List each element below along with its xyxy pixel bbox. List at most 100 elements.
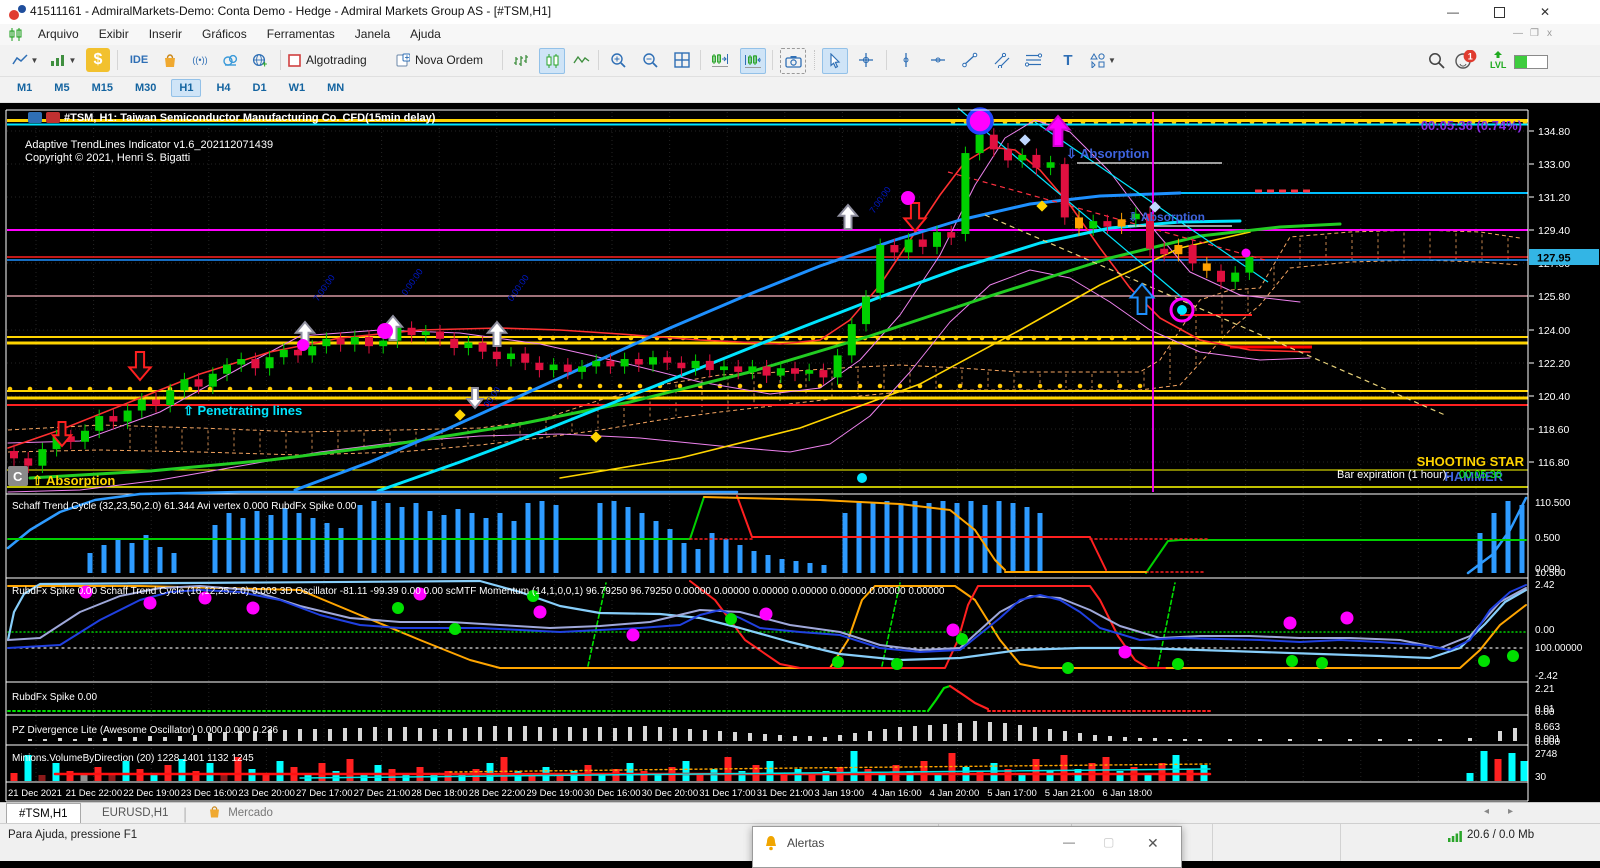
menu-gráficos[interactable]: Gráficos xyxy=(192,24,257,44)
time-axis-label: 30 Dec 16:00 xyxy=(584,788,641,799)
menu-ajuda[interactable]: Ajuda xyxy=(400,24,451,44)
timeframe-m1[interactable]: M1 xyxy=(10,80,39,96)
volume-bar xyxy=(851,751,858,781)
app-chart-icon xyxy=(8,27,24,42)
panel-axis-value: 0.00 xyxy=(1535,707,1555,718)
oscillator-dot xyxy=(1172,658,1184,670)
alerts-close-icon[interactable]: ✕ xyxy=(1147,835,1159,852)
oscillator-dot xyxy=(760,608,773,621)
shapes-tool-dropdown[interactable]: ▼ xyxy=(1086,48,1120,72)
algotrading-button[interactable]: Algotrading xyxy=(288,48,390,72)
candle xyxy=(479,342,487,351)
alerts-minimize-icon[interactable]: — xyxy=(1063,835,1075,849)
candle xyxy=(635,359,643,365)
cursor-icon[interactable] xyxy=(822,48,848,74)
divergence-bar xyxy=(808,736,812,741)
crosshair-icon[interactable] xyxy=(854,48,878,72)
vertical-line-tool-icon[interactable] xyxy=(894,48,918,72)
tab-scroll-right-icon[interactable]: ▸ xyxy=(1508,806,1513,817)
divergence-bar xyxy=(463,728,467,741)
timeframe-mn[interactable]: MN xyxy=(320,80,351,96)
divergence-bar xyxy=(898,727,902,741)
chart-type-dropdown[interactable]: ▼ xyxy=(8,48,42,72)
timeframe-h4[interactable]: H4 xyxy=(209,80,237,96)
child-close-icon[interactable]: x xyxy=(1547,28,1552,39)
menu-arquivo[interactable]: Arquivo xyxy=(28,24,89,44)
price-tick: 129.40 xyxy=(1538,225,1570,237)
algotrading-icon xyxy=(288,54,301,67)
divergence-bar xyxy=(943,724,947,741)
price-tick: 134.80 xyxy=(1538,126,1570,138)
oscillator-dot xyxy=(725,613,737,625)
timeframe-d1[interactable]: D1 xyxy=(246,80,274,96)
zoom-in-icon[interactable] xyxy=(606,48,630,72)
timeframe-m5[interactable]: M5 xyxy=(47,80,76,96)
stc-histogram-bar xyxy=(283,508,288,573)
child-minimize-icon[interactable]: — xyxy=(1513,28,1523,39)
divergence-bar xyxy=(883,729,887,741)
community-globe-icon[interactable]: + xyxy=(248,48,272,72)
chart-area[interactable]: 7:00:000:00:000:00:007:00:0000:00#TSM, H… xyxy=(0,0,1600,860)
tab-market[interactable]: Mercado xyxy=(196,803,285,823)
menu-inserir[interactable]: Inserir xyxy=(139,24,192,44)
child-restore-icon[interactable]: ❐ xyxy=(1530,28,1539,39)
volume-bar xyxy=(1117,771,1124,781)
timeframe-m15[interactable]: M15 xyxy=(85,80,120,96)
tab-scroll-left-icon[interactable]: ◂ xyxy=(1484,806,1489,817)
chart-shift-icon[interactable] xyxy=(740,48,766,74)
menu-ferramentas[interactable]: Ferramentas xyxy=(257,24,345,44)
volume-bar xyxy=(1103,757,1110,781)
candle xyxy=(564,365,572,372)
candle xyxy=(649,357,657,364)
alert-bell-icon xyxy=(763,834,779,851)
price-axis xyxy=(1529,110,1600,801)
minimize-button[interactable]: — xyxy=(1430,0,1476,24)
vps-cloud-icon[interactable] xyxy=(218,48,242,72)
search-icon[interactable] xyxy=(1424,48,1448,72)
close-button[interactable]: ✕ xyxy=(1522,0,1568,24)
new-order-button[interactable]: + Nova Ordem xyxy=(396,48,496,72)
alerts-window[interactable]: Alertas — ▢ ✕ xyxy=(752,826,1182,868)
timeframe-w1[interactable]: W1 xyxy=(282,80,313,96)
candle xyxy=(535,363,543,370)
auto-scroll-icon[interactable] xyxy=(708,48,732,72)
alerts-maximize-icon[interactable]: ▢ xyxy=(1103,835,1114,849)
timeframe-m30[interactable]: M30 xyxy=(128,80,163,96)
tab-tsm-h1[interactable]: #TSM,H1 xyxy=(6,803,81,824)
menu-exibir[interactable]: Exibir xyxy=(89,24,139,44)
menu-janela[interactable]: Janela xyxy=(345,24,400,44)
price-tick: 116.80 xyxy=(1538,457,1569,469)
divergence-bar xyxy=(163,737,167,741)
tab-eurusd-h1[interactable]: EURUSD,H1 xyxy=(90,803,180,823)
trendline-tool-icon[interactable] xyxy=(958,48,982,72)
oscillator-dot xyxy=(534,606,547,619)
divergence-bar xyxy=(1468,738,1472,741)
ide-button[interactable]: IDE xyxy=(124,48,154,72)
horizontal-line-tool-icon[interactable] xyxy=(926,48,950,72)
chart-text: Bar expiration (1 hour): xyxy=(1337,469,1450,481)
market-bag-icon[interactable] xyxy=(158,48,182,72)
line-chart-mode-icon[interactable] xyxy=(569,48,593,72)
candle-chart-mode-icon[interactable] xyxy=(539,48,565,74)
candle xyxy=(1245,257,1253,273)
divergence-bar xyxy=(328,729,332,741)
window-title: 41511161 - AdmiralMarkets-Demo: Conta De… xyxy=(30,4,551,18)
divergence-bar xyxy=(868,731,872,741)
tile-windows-icon[interactable] xyxy=(670,48,694,72)
divergence-bar xyxy=(628,727,632,741)
zoom-out-icon[interactable] xyxy=(638,48,662,72)
screenshot-camera-icon[interactable] xyxy=(780,48,806,74)
text-tool-icon[interactable]: T xyxy=(1056,48,1080,72)
bar-chart-mode-icon[interactable] xyxy=(509,48,533,72)
candle xyxy=(507,354,515,360)
candle xyxy=(606,361,614,367)
timeframe-h1[interactable]: H1 xyxy=(171,79,201,97)
maximize-button[interactable] xyxy=(1476,0,1522,24)
signals-icon[interactable]: ((•)) xyxy=(188,48,212,72)
volume-bar xyxy=(683,761,690,781)
channel-tool-icon[interactable] xyxy=(990,48,1014,72)
indicators-dropdown[interactable]: ▼ xyxy=(46,48,80,72)
fibonacci-tool-icon[interactable] xyxy=(1022,48,1046,72)
notifications-bell-icon[interactable]: 1 xyxy=(1454,48,1478,72)
deposit-icon[interactable]: $ xyxy=(86,48,110,72)
